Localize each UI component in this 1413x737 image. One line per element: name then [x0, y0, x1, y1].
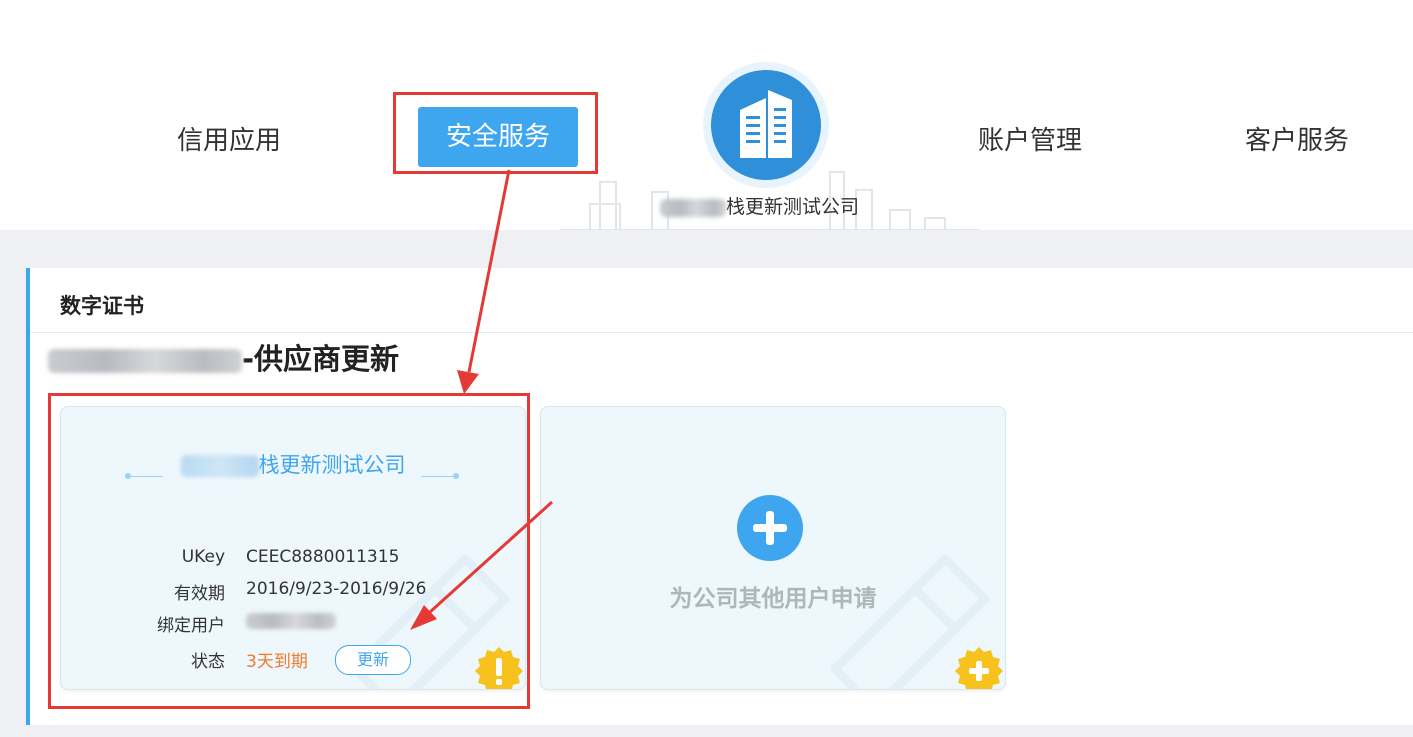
certificate-company-text: 栈更新测试公司 [258, 453, 406, 477]
building-icon [740, 90, 792, 158]
nav-security-service[interactable]: 安全服务 [418, 107, 578, 167]
ukey-value: CEEC8880011315 [246, 547, 400, 567]
status-value: 3天到期 [246, 652, 308, 672]
nav-customer-service[interactable]: 客户服务 [1245, 120, 1349, 157]
certificate-card: 栈更新测试公司 UKey CEEC8880011315 有效期 2016/9/2… [60, 406, 526, 690]
bound-user-label: 绑定用户 [157, 616, 225, 636]
header: 信用应用 安全服务 账户管理 客户服务 栈更新测试公司 [0, 0, 1413, 231]
bound-user-value [246, 611, 336, 631]
company-name-text: 栈更新测试公司 [726, 196, 860, 218]
add-medal-icon [955, 647, 1003, 689]
apply-for-other-user-card[interactable]: 为公司其他用户申请 [540, 406, 1006, 690]
company-name: 栈更新测试公司 [660, 192, 859, 219]
redacted-text [660, 198, 726, 217]
redacted-text [246, 613, 336, 629]
validity-label: 有效期 [174, 584, 225, 604]
digital-certificate-panel: 数字证书 -供应商更新 栈更新测试公司 UKey CEEC8880011315 … [26, 268, 1413, 725]
nav-credit-application[interactable]: 信用应用 [177, 120, 281, 157]
redacted-text [180, 455, 259, 477]
section-title-text: -供应商更新 [242, 342, 400, 376]
validity-value: 2016/9/23-2016/9/26 [246, 579, 427, 599]
apply-label: 为公司其他用户申请 [669, 586, 877, 612]
nav-account-management[interactable]: 账户管理 [978, 120, 1082, 157]
section-title: -供应商更新 [48, 336, 399, 378]
panel-divider [30, 332, 1413, 333]
certificate-company-name: 栈更新测试公司 [61, 449, 525, 479]
update-button[interactable]: 更新 [335, 645, 411, 675]
warning-medal-icon [475, 647, 523, 689]
panel-title: 数字证书 [60, 294, 144, 318]
ukey-label: UKey [181, 547, 225, 567]
status-label: 状态 [191, 652, 225, 672]
add-icon[interactable] [737, 495, 803, 561]
redacted-text [48, 349, 242, 373]
company-logo [711, 70, 821, 180]
